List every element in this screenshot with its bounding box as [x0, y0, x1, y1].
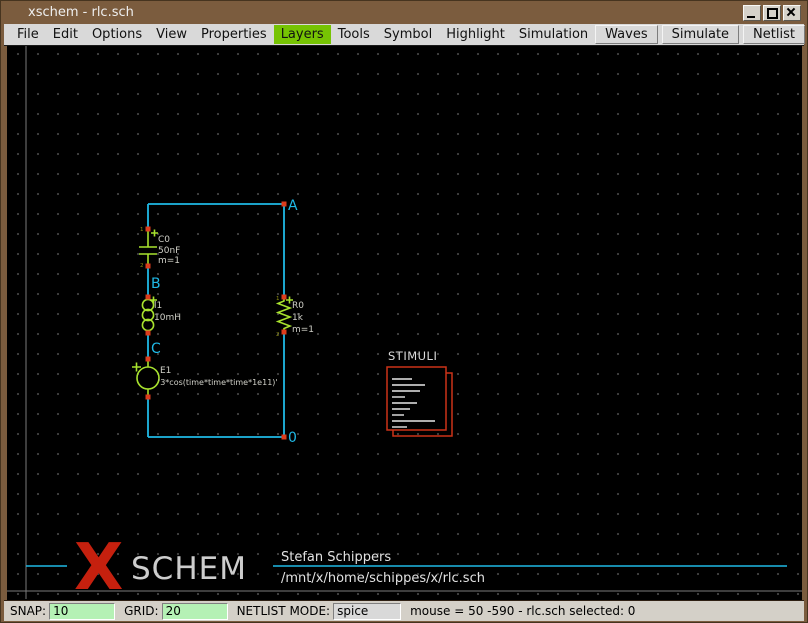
maximize-button[interactable] [763, 5, 781, 21]
plus-mark [151, 230, 158, 237]
simulate-button[interactable]: Simulate [662, 25, 739, 44]
xschem-window: { "window": { "title": "xschem - rlc.sch… [0, 0, 808, 623]
inductor-name[interactable]: l1 [154, 301, 162, 311]
close-button[interactable] [783, 5, 801, 21]
resistor-mult[interactable]: m=1 [292, 325, 314, 335]
author-text: Stefan Schippers [281, 550, 391, 565]
node-label-c[interactable]: C [151, 341, 161, 357]
svg-text:1: 1 [140, 227, 144, 233]
grid-label: GRID: [124, 604, 158, 618]
logo-x: X [74, 531, 123, 600]
grid-input[interactable] [162, 603, 228, 620]
menu-view[interactable]: View [149, 25, 194, 44]
file-path-text: /mnt/x/home/schippes/x/rlc.sch [281, 571, 485, 586]
sheet-frame [7, 46, 802, 599]
netlist-button[interactable]: Netlist [743, 25, 805, 44]
svg-text:2: 2 [140, 263, 144, 269]
capacitor-symbol[interactable] [139, 230, 158, 265]
node-label-a[interactable]: A [288, 198, 298, 214]
logo-schem: SCHEM [131, 551, 247, 587]
svg-text:2: 2 [276, 332, 280, 338]
waves-button[interactable]: Waves [595, 25, 657, 44]
window-controls [743, 5, 801, 21]
node-label-gnd[interactable]: 0 [288, 430, 297, 446]
capacitor-value[interactable]: 50nF [158, 246, 180, 256]
menubar: File Edit Options View Properties Layers… [4, 24, 804, 46]
netlist-mode-label: NETLIST MODE: [237, 604, 331, 618]
snap-input[interactable] [49, 603, 115, 620]
stimuli-label: STIMULI [388, 349, 437, 363]
minimize-icon [747, 16, 755, 18]
inductor-value[interactable]: 10mH [154, 313, 181, 323]
capacitor-mult[interactable]: m=1 [158, 256, 180, 266]
window-title: xschem - rlc.sch [1, 5, 134, 20]
menu-edit[interactable]: Edit [46, 25, 85, 44]
stimuli-block[interactable]: STIMULI [387, 349, 452, 436]
node-label-b[interactable]: B [151, 276, 161, 292]
menu-tools[interactable]: Tools [331, 25, 377, 44]
svg-text:1: 1 [276, 296, 280, 302]
minimize-button[interactable] [743, 5, 761, 21]
netlist-mode-input[interactable] [333, 603, 401, 620]
mouse-status-text: mouse = 50 -590 - rlc.sch selected: 0 [410, 604, 635, 618]
menu-highlight[interactable]: Highlight [439, 25, 512, 44]
source-value[interactable]: '3*cos(time*time*time*1e11)' [158, 378, 278, 387]
resistor-value[interactable]: 1k [292, 313, 304, 323]
menu-simulation[interactable]: Simulation [512, 25, 595, 44]
snap-label: SNAP: [10, 604, 46, 618]
maximize-icon [767, 8, 778, 19]
menu-properties[interactable]: Properties [194, 25, 274, 44]
menu-file[interactable]: File [10, 25, 46, 44]
component-labels: C0 50nF m=1 l1 10mH R0 1k m=1 E1 '3*cos(… [154, 235, 314, 387]
schematic-canvas[interactable]: 1 2 1 2 A B C 0 C0 50nF m=1 l1 10mH R0 1… [7, 46, 802, 600]
menu-symbol[interactable]: Symbol [377, 25, 439, 44]
resistor-name[interactable]: R0 [292, 301, 304, 311]
menu-options[interactable]: Options [85, 25, 149, 44]
menu-layers[interactable]: Layers [274, 25, 331, 44]
statusbar: SNAP: GRID: NETLIST MODE: mouse = 50 -59… [4, 600, 804, 621]
titlebar[interactable]: xschem - rlc.sch [1, 1, 807, 24]
source-symbol[interactable] [132, 360, 159, 396]
resistor-symbol[interactable] [278, 297, 293, 334]
capacitor-name[interactable]: C0 [158, 235, 170, 245]
source-name[interactable]: E1 [160, 366, 171, 376]
